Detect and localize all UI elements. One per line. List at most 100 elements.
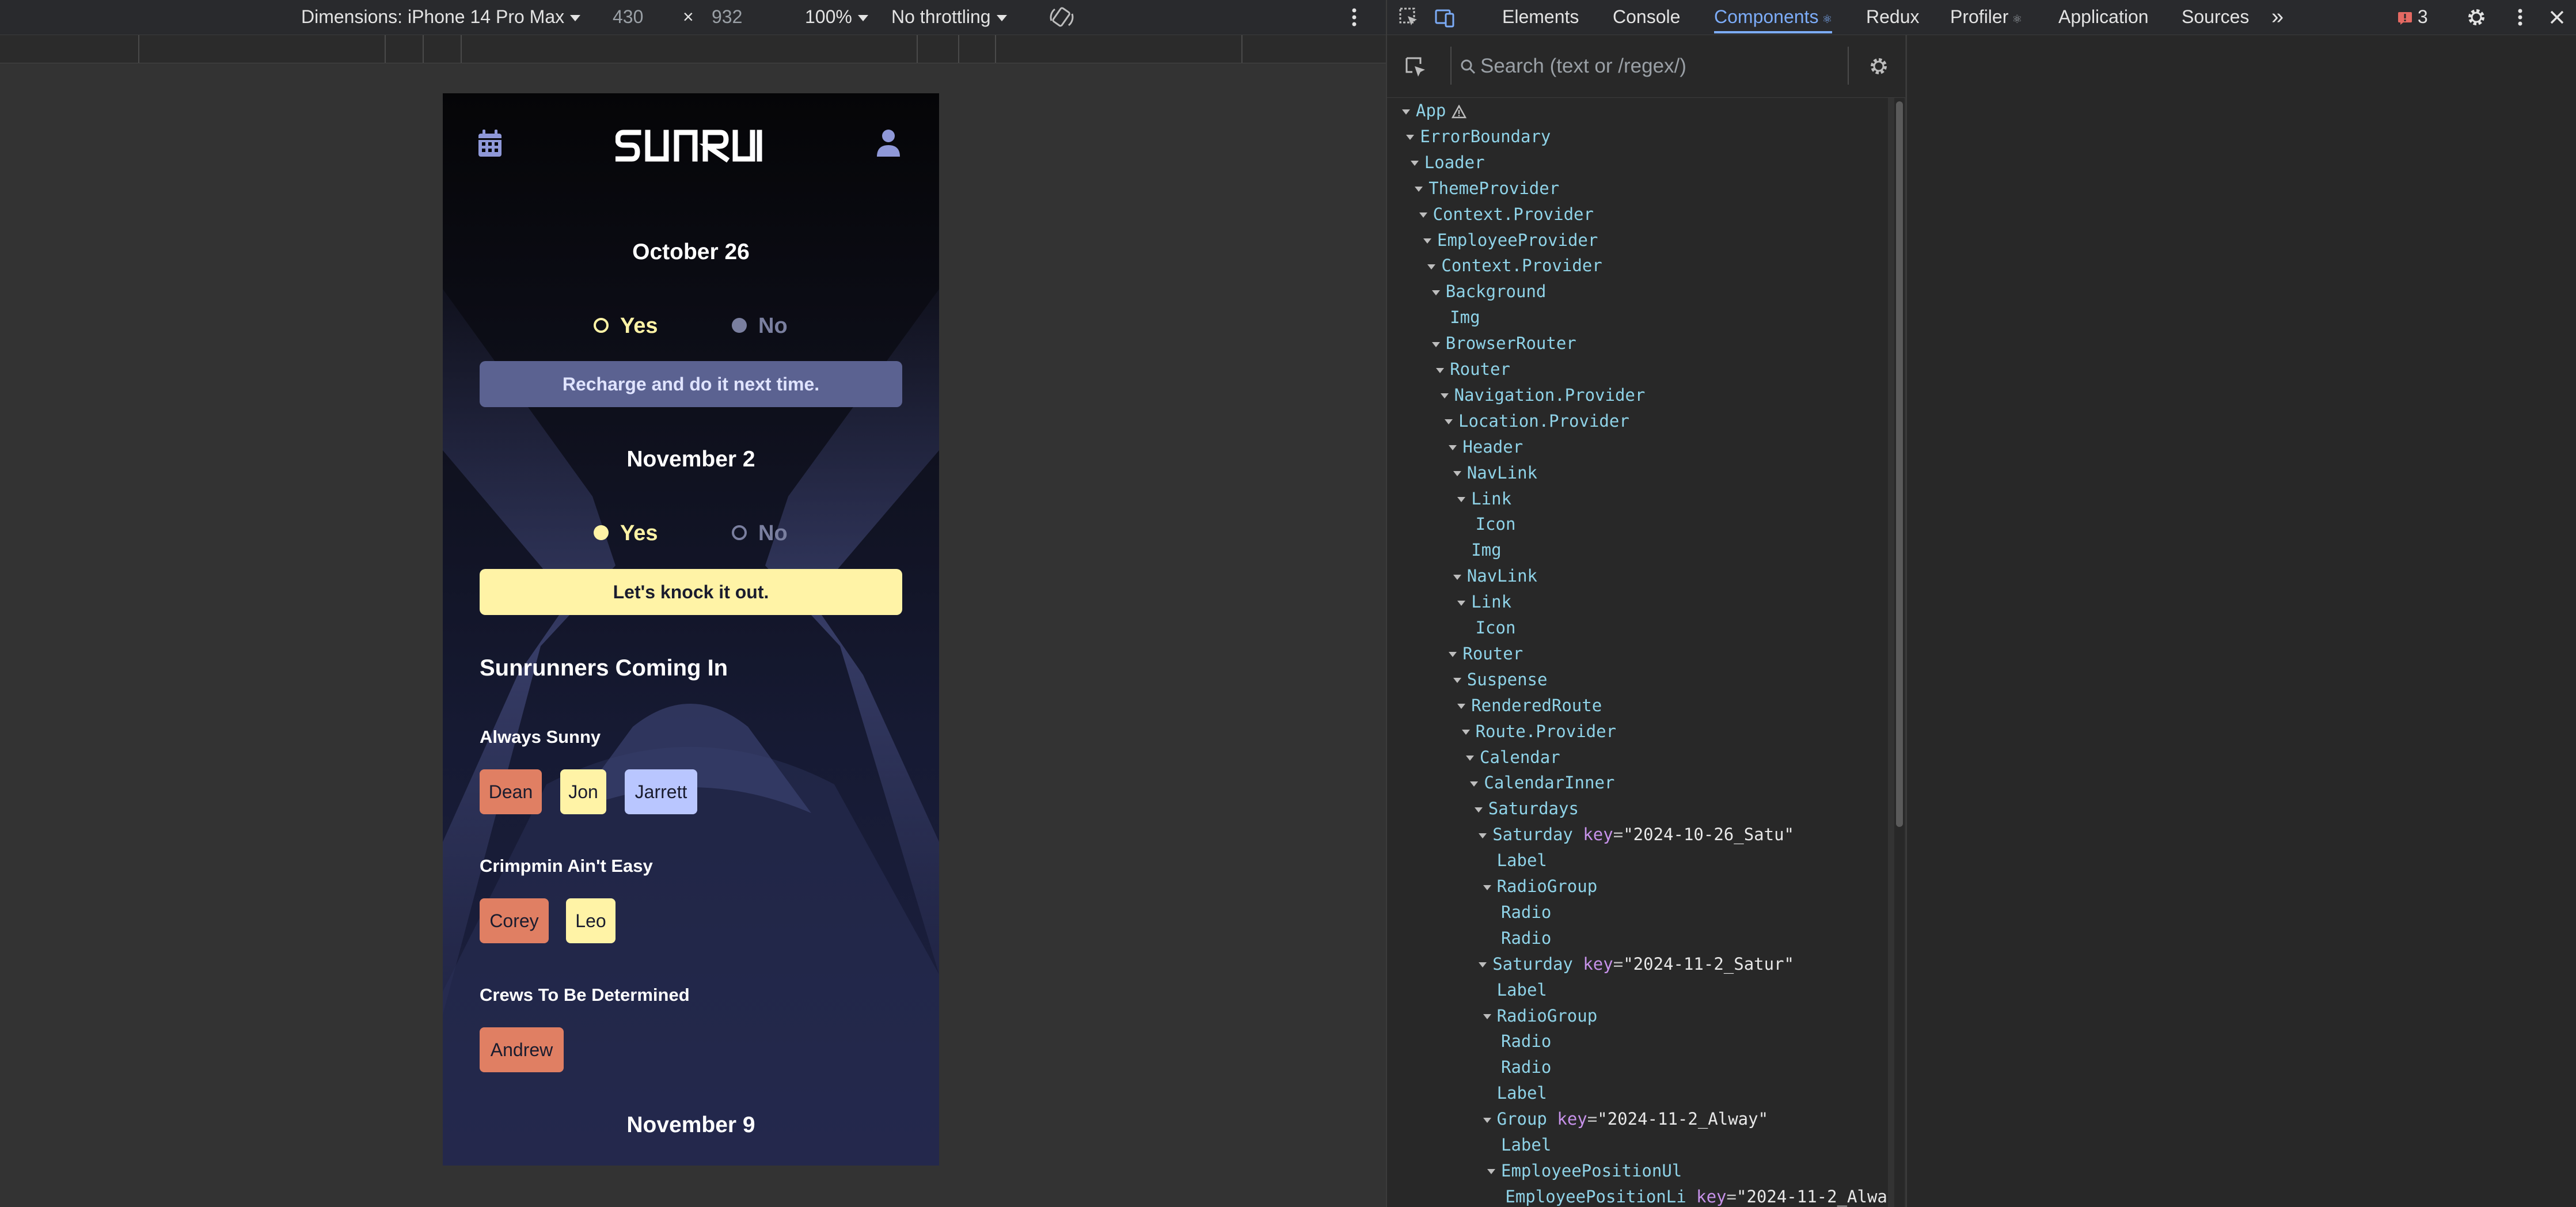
device-dimensions-select[interactable]: Dimensions: iPhone 14 Pro Max [301, 0, 581, 35]
expand-arrow-icon[interactable] [1406, 135, 1415, 141]
expand-arrow-icon[interactable] [1410, 161, 1419, 166]
tree-scrollbar[interactable] [1894, 98, 1905, 1207]
tree-node[interactable]: App [1402, 98, 1467, 123]
tree-node[interactable]: BrowserRouter [1431, 331, 1576, 356]
component-search-input[interactable] [1479, 49, 1827, 83]
inspect-element-icon[interactable] [1399, 7, 1419, 28]
tree-node[interactable]: ThemeProvider [1415, 176, 1559, 201]
tree-node[interactable]: Radio [1487, 1028, 1551, 1054]
tree-node[interactable]: Label [1483, 848, 1547, 873]
error-counter[interactable]: 3 [2398, 0, 2428, 33]
expand-arrow-icon[interactable] [1466, 756, 1474, 761]
tab-profiler[interactable]: Profiler ⚛ [1950, 0, 2022, 33]
tab-sources[interactable]: Sources [2182, 0, 2249, 33]
scrollbar-thumb[interactable] [1896, 101, 1903, 827]
expand-arrow-icon[interactable] [1483, 1014, 1491, 1019]
rotate-icon[interactable] [1048, 3, 1076, 31]
expand-arrow-icon[interactable] [1457, 600, 1466, 606]
profile-icon[interactable] [876, 128, 901, 158]
device-toggle-icon[interactable] [1434, 7, 1455, 28]
expand-arrow-icon[interactable] [1479, 962, 1487, 968]
expand-arrow-icon[interactable] [1461, 730, 1470, 735]
expand-arrow-icon[interactable] [1436, 367, 1445, 373]
expand-arrow-icon[interactable] [1479, 833, 1487, 838]
tree-node[interactable]: Group key="2024-11-2_Alway" [1483, 1106, 1768, 1132]
tree-node[interactable]: Calendar [1466, 745, 1560, 770]
expand-arrow-icon[interactable] [1449, 652, 1457, 658]
tree-node[interactable]: Radio [1487, 1054, 1551, 1080]
tree-node[interactable]: Icon [1462, 615, 1516, 640]
tree-node[interactable]: EmployeePositionUl [1487, 1158, 1682, 1183]
expand-arrow-icon[interactable] [1453, 471, 1461, 477]
expand-arrow-icon[interactable] [1457, 704, 1466, 709]
tab-elements[interactable]: Elements [1502, 0, 1579, 33]
tree-node[interactable]: Context.Provider [1419, 202, 1594, 227]
expand-arrow-icon[interactable] [1402, 109, 1410, 115]
tree-node[interactable]: Navigation.Provider [1440, 382, 1645, 408]
expand-arrow-icon[interactable] [1423, 238, 1431, 244]
expand-arrow-icon[interactable] [1419, 212, 1427, 218]
tree-node[interactable]: Router [1449, 641, 1523, 666]
tree-node[interactable]: Router [1436, 356, 1510, 382]
tree-node[interactable]: ErrorBoundary [1406, 124, 1551, 149]
expand-arrow-icon[interactable] [1431, 341, 1440, 347]
expand-arrow-icon[interactable] [1474, 807, 1483, 813]
expand-arrow-icon[interactable] [1449, 445, 1457, 451]
tree-node[interactable]: NavLink [1453, 460, 1537, 485]
tree-node[interactable]: Label [1483, 1080, 1547, 1106]
tree-node[interactable]: Img [1457, 537, 1501, 563]
expand-arrow-icon[interactable] [1415, 187, 1423, 192]
tree-node[interactable]: Link [1457, 589, 1511, 614]
tab-components[interactable]: Components ⚛ [1714, 0, 1833, 33]
tree-node[interactable]: Link [1457, 486, 1511, 511]
expand-arrow-icon[interactable] [1453, 678, 1461, 684]
expand-arrow-icon[interactable] [1483, 1117, 1491, 1123]
tree-node[interactable]: EmployeeProvider [1423, 227, 1598, 253]
tab-application[interactable]: Application [2058, 0, 2149, 33]
tree-node[interactable]: Route.Provider [1461, 719, 1616, 744]
tree-node[interactable]: RadioGroup [1483, 874, 1597, 899]
expand-arrow-icon[interactable] [1445, 419, 1453, 425]
tree-node[interactable]: Icon [1462, 511, 1516, 537]
expand-arrow-icon[interactable] [1440, 393, 1449, 399]
tree-node[interactable]: Saturday key="2024-11-2_Satur" [1479, 951, 1794, 977]
device-width-input[interactable]: 430 [613, 0, 643, 35]
customize-menu-icon[interactable] [2510, 7, 2531, 28]
tree-node[interactable]: RenderedRoute [1457, 693, 1602, 718]
tree-node[interactable]: Context.Provider [1427, 253, 1602, 278]
tree-node[interactable]: Img [1436, 305, 1480, 330]
settings-gear-icon[interactable] [1868, 56, 1889, 77]
more-tabs-icon[interactable]: » [2271, 0, 2284, 33]
tree-node[interactable]: Label [1487, 1132, 1551, 1157]
expand-arrow-icon[interactable] [1470, 781, 1479, 787]
expand-arrow-icon[interactable] [1487, 1169, 1495, 1175]
tree-node[interactable]: Saturday key="2024-10-26_Satu" [1479, 822, 1794, 847]
expand-arrow-icon[interactable] [1427, 264, 1436, 270]
more-options-icon[interactable] [1347, 5, 1361, 30]
select-element-icon[interactable] [1404, 56, 1427, 79]
calendar-icon[interactable] [477, 129, 503, 158]
tree-node[interactable]: Location.Provider [1445, 408, 1629, 434]
tree-node[interactable]: EmployeePositionLi key="2024-11-2_Alway" [1491, 1184, 1888, 1207]
tree-node[interactable]: Background [1431, 279, 1546, 304]
settings-gear-icon[interactable] [2466, 7, 2487, 28]
tree-node[interactable]: Suspense [1453, 667, 1547, 692]
throttling-select[interactable]: No throttling [891, 0, 1007, 35]
tree-node[interactable]: Label [1483, 977, 1547, 1003]
tab-redux[interactable]: Redux [1866, 0, 1920, 33]
tree-node[interactable]: Loader [1410, 150, 1485, 175]
tree-node[interactable]: CalendarInner [1470, 770, 1614, 795]
close-icon[interactable] [2547, 7, 2567, 28]
tree-node[interactable]: Radio [1487, 899, 1551, 925]
zoom-select[interactable]: 100% [805, 0, 868, 35]
tree-node[interactable]: RadioGroup [1483, 1003, 1597, 1028]
tree-node[interactable]: NavLink [1453, 563, 1537, 589]
device-height-input[interactable]: 932 [712, 0, 742, 35]
expand-arrow-icon[interactable] [1453, 574, 1461, 580]
tree-node[interactable]: Saturdays [1474, 796, 1579, 821]
tab-console[interactable]: Console [1613, 0, 1680, 33]
expand-arrow-icon[interactable] [1457, 497, 1466, 502]
tree-node[interactable]: Radio [1487, 925, 1551, 951]
expand-arrow-icon[interactable] [1431, 290, 1440, 295]
expand-arrow-icon[interactable] [1483, 885, 1491, 890]
